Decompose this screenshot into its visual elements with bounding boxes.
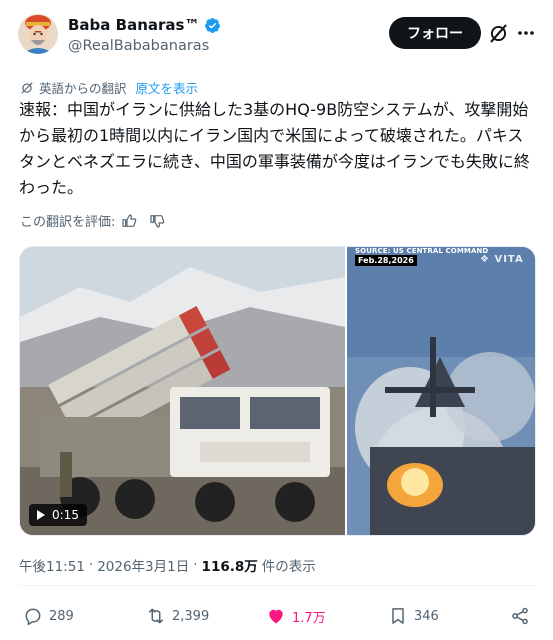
play-icon: [37, 510, 45, 520]
reply-icon: [25, 608, 41, 626]
post-date[interactable]: 2026年3月1日: [97, 555, 189, 575]
display-name[interactable]: Baba Banaras™: [68, 16, 199, 34]
more-icon[interactable]: [518, 30, 534, 36]
share-button[interactable]: [510, 606, 530, 626]
translated-from-label: 英語からの翻訳: [39, 81, 127, 96]
video-duration-badge[interactable]: 0:15: [29, 504, 87, 526]
reply-count: 289: [49, 608, 74, 624]
meta-separator: ·: [88, 557, 94, 573]
thumbs-down-icon[interactable]: [149, 213, 165, 229]
reply-button[interactable]: 289: [23, 606, 74, 626]
rate-translation: この翻訳を評価:: [20, 211, 165, 230]
bookmark-icon: [392, 608, 404, 624]
follow-button[interactable]: フォロー: [389, 17, 481, 49]
watermark-text: VITA: [494, 254, 524, 265]
video-watermark: ❖ VITA: [480, 254, 524, 265]
translation-notice: 英語からの翻訳 原文を表示: [20, 78, 198, 97]
avatar[interactable]: [18, 14, 58, 54]
share-icon: [512, 607, 528, 625]
like-icon: [269, 609, 283, 624]
watermark-icon: ❖: [480, 254, 495, 265]
repost-button[interactable]: 2,399: [146, 606, 209, 626]
views-count[interactable]: 116.8万: [202, 555, 258, 575]
show-original-link[interactable]: 原文を表示: [136, 78, 199, 97]
verified-badge-icon: [205, 17, 221, 33]
repost-icon: [149, 608, 163, 624]
divider: [19, 585, 536, 586]
video-thumbnail: [20, 247, 535, 535]
tweet-text: 速報：中国がイランに供給した3基のHQ-9B防空システムが、攻撃開始から最初の1…: [19, 100, 530, 197]
handle[interactable]: @RealBababanaras: [68, 38, 209, 54]
post-time[interactable]: 午後11:51: [19, 555, 85, 575]
meta-separator-2: ·: [193, 557, 198, 573]
grok-icon[interactable]: [488, 23, 509, 44]
rate-translation-label: この翻訳を評価:: [20, 215, 116, 230]
video-source-caption: SOURCE: US CENTRAL COMMAND: [355, 247, 489, 255]
bookmark-button[interactable]: 346: [388, 606, 439, 626]
video-media[interactable]: SOURCE: US CENTRAL COMMAND Feb.28,2026 ❖…: [19, 246, 536, 536]
bookmark-count: 346: [414, 608, 439, 624]
tweet-post: Baba Banaras™ @RealBababanaras フォロー 英語から…: [0, 0, 553, 640]
thumbs-up-icon[interactable]: [121, 213, 137, 229]
translate-icon: [21, 81, 33, 94]
like-count: 1.7万: [292, 610, 326, 626]
like-button[interactable]: 1.7万: [266, 606, 326, 626]
video-date-caption: Feb.28,2026: [355, 255, 417, 266]
video-duration: 0:15: [52, 508, 79, 522]
views-label: 件の表示: [261, 559, 316, 575]
repost-count: 2,399: [172, 608, 210, 624]
post-meta: 午後11:51 · 2026年3月1日 · 116.8万 件の表示: [19, 555, 316, 575]
